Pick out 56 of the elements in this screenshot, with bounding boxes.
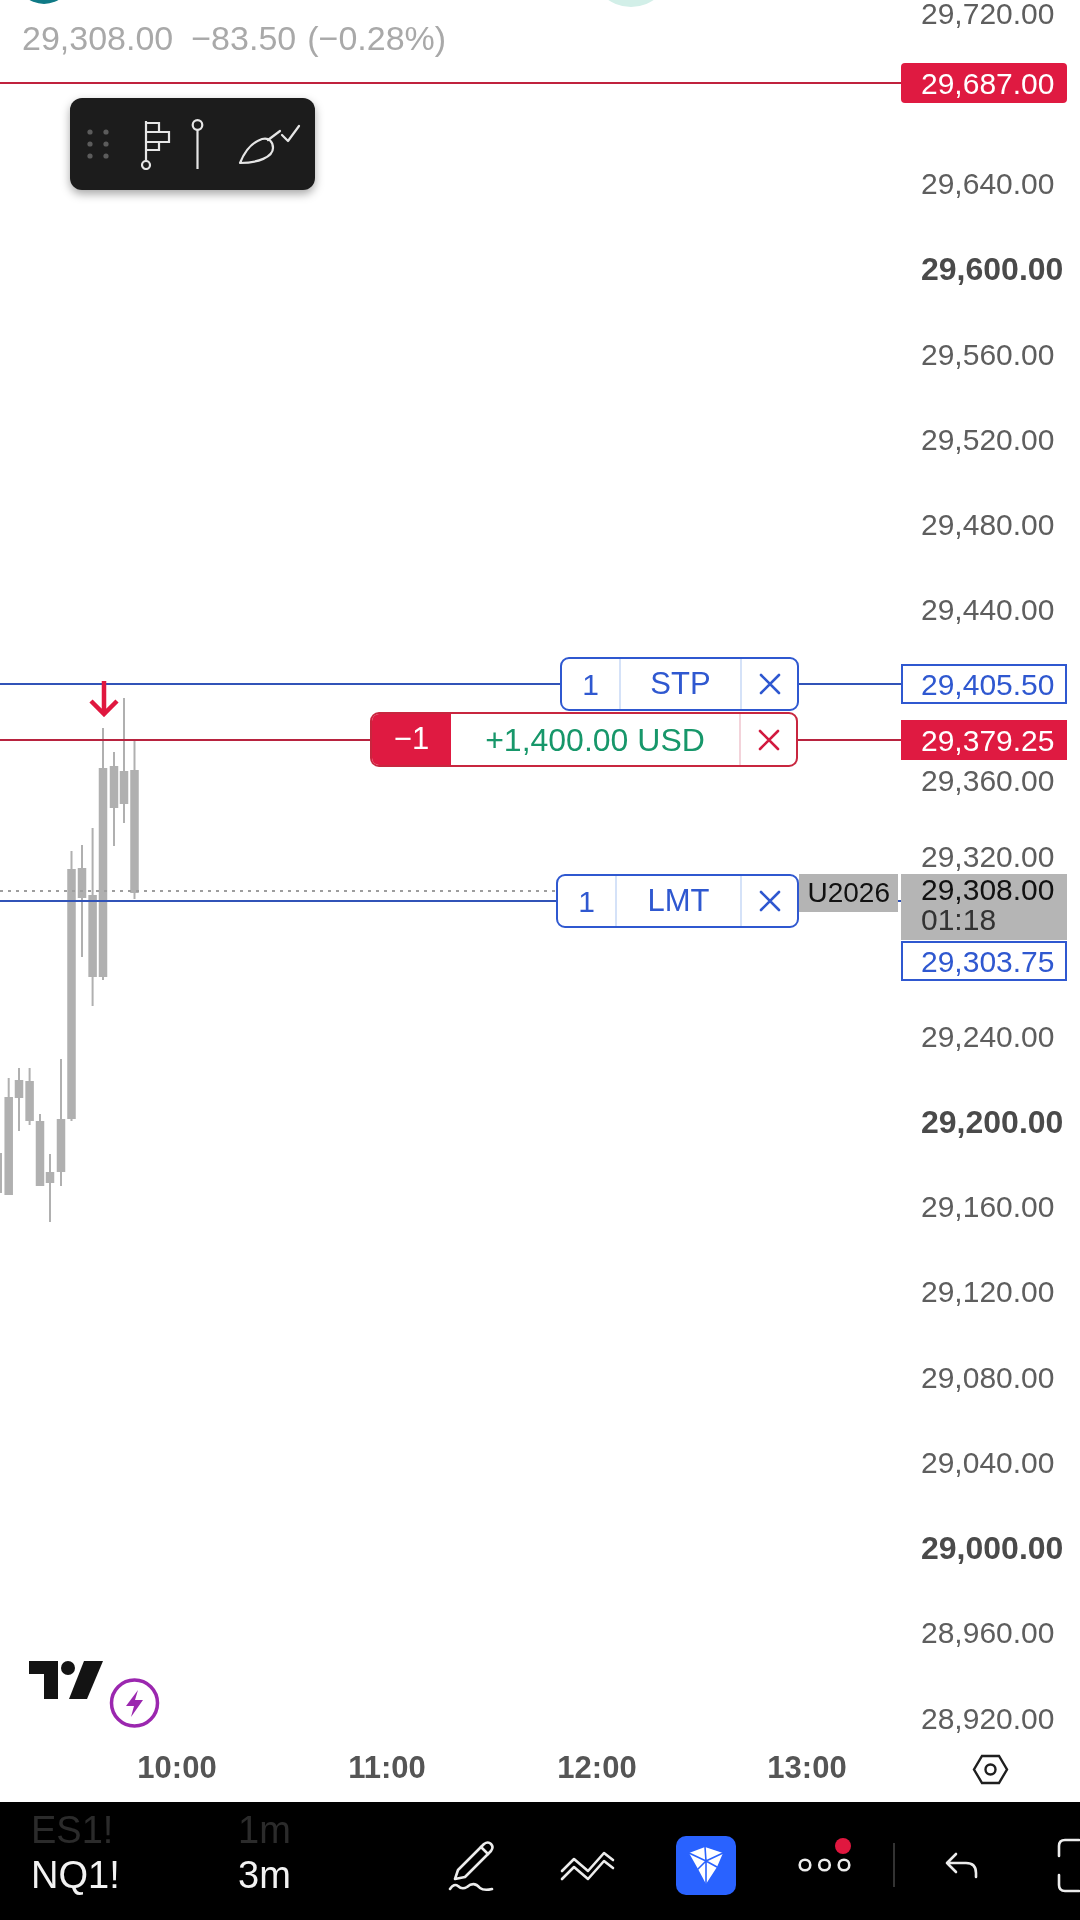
price-axis-label: 29,000.00 bbox=[921, 1535, 1064, 1562]
order-type: LMT bbox=[646, 881, 711, 920]
price-label: 29,303.75 bbox=[901, 941, 1067, 981]
more-icon[interactable] bbox=[798, 1858, 851, 1872]
price-axis-label: 29,480.00 bbox=[921, 512, 1055, 539]
close-icon bbox=[758, 890, 781, 912]
price-label: 29,405.50 bbox=[901, 664, 1067, 704]
down-arrow-icon bbox=[89, 680, 119, 717]
price-axis-label: 29,160.00 bbox=[921, 1194, 1055, 1221]
candle bbox=[25, 1067, 34, 1126]
price-axis-label: 29,440.00 bbox=[921, 597, 1055, 624]
gem-icon[interactable] bbox=[676, 1835, 736, 1895]
order-quantity[interactable]: 1 bbox=[562, 659, 621, 709]
symbol-option[interactable]: NQ1! bbox=[31, 1856, 120, 1894]
last-price: 29,308.00 bbox=[921, 875, 1055, 905]
pencil-icon[interactable] bbox=[446, 1838, 496, 1892]
close-icon bbox=[757, 728, 780, 751]
flag-icon[interactable] bbox=[141, 118, 172, 170]
lightning-icon[interactable] bbox=[109, 1678, 160, 1728]
settings-icon[interactable] bbox=[972, 1754, 1009, 1785]
time-label: 12:00 bbox=[557, 1752, 637, 1784]
price-axis-label: 29,040.00 bbox=[921, 1449, 1055, 1476]
position-quantity[interactable]: −1 bbox=[372, 714, 451, 765]
order-type: STP bbox=[649, 664, 712, 703]
corner-bracket-icon[interactable] bbox=[1055, 1837, 1080, 1893]
price-axis-label: 29,080.00 bbox=[921, 1364, 1055, 1391]
price-axis-label: 29,720.00 bbox=[921, 0, 1055, 27]
drag-handle-icon[interactable] bbox=[87, 129, 109, 159]
undo-icon[interactable] bbox=[944, 1851, 978, 1879]
price-axis-label: 28,920.00 bbox=[921, 1705, 1055, 1732]
symbol-label: U2026 bbox=[799, 874, 898, 912]
close-icon bbox=[758, 673, 781, 695]
profit-loss: +1,400.00 USD bbox=[484, 720, 706, 760]
order-quantity[interactable]: 1 bbox=[558, 876, 617, 926]
price-axis-label: 29,640.00 bbox=[921, 171, 1055, 198]
price-change: −83.50 bbox=[191, 19, 297, 57]
time-label: 11:00 bbox=[348, 1752, 426, 1784]
time-label: 13:00 bbox=[767, 1752, 847, 1784]
interval-option[interactable]: 3m bbox=[238, 1856, 291, 1894]
price-axis-label: 29,560.00 bbox=[921, 341, 1055, 368]
price-label: 29,687.00 bbox=[901, 63, 1067, 103]
logo-icon bbox=[29, 1661, 103, 1699]
price-axis-label: 29,600.00 bbox=[921, 256, 1064, 283]
pin-icon[interactable] bbox=[191, 119, 204, 169]
price-axis-label: 29,360.00 bbox=[921, 767, 1055, 794]
price-label: 29,379.25 bbox=[901, 720, 1067, 760]
price-axis-label: 29,240.00 bbox=[921, 1023, 1055, 1050]
price-axis-label: 28,960.00 bbox=[921, 1620, 1055, 1647]
bar-countdown: 01:18 bbox=[921, 905, 997, 935]
price-change-percent: (−0.28%) bbox=[307, 19, 447, 57]
price-axis-label: 29,520.00 bbox=[921, 426, 1055, 453]
time-label: 10:00 bbox=[137, 1752, 217, 1784]
price-axis-label: 29,320.00 bbox=[921, 844, 1055, 871]
last-price: 29,308.00 bbox=[22, 19, 174, 57]
brush-icon[interactable] bbox=[238, 123, 301, 165]
price-axis-label: 29,120.00 bbox=[921, 1279, 1055, 1306]
